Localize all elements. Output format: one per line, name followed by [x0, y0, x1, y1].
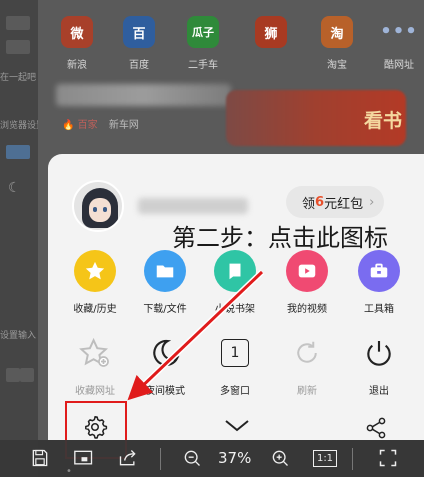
quick-link-baidu[interactable]: 百 百度 [114, 16, 164, 71]
zoom-level: 37% [218, 449, 252, 467]
sidebar-text: 设置输入 [0, 331, 37, 341]
red-packet-suffix: 元红包 [324, 196, 364, 212]
browser-menu-sheet: 领 6 元红包 › 收藏/历史 下载/文件 小说书架 我的视频 工具箱 收藏网址… [48, 154, 424, 440]
menu-row-secondary: 收藏网址 夜间模式 1 多窗口 刷新 退出 [62, 332, 412, 406]
menu-label: 收藏网址 [75, 386, 115, 397]
toolbox-icon [358, 250, 400, 292]
moon-icon [144, 332, 186, 374]
menu-label: 我的视频 [287, 304, 327, 315]
copy-button[interactable] [72, 446, 96, 470]
menu-my-videos[interactable]: 我的视频 [274, 250, 340, 315]
more-dots-icon: ••• [380, 21, 418, 42]
share-out-button[interactable] [116, 446, 140, 470]
quick-link-label: 二手车 [188, 60, 218, 71]
red-packet-prefix: 领 [302, 196, 316, 212]
quick-link-label: 酷网址 [384, 60, 414, 71]
menu-exit[interactable]: 退出 [346, 332, 412, 397]
menu-favorites-history[interactable]: 收藏/历史 [62, 250, 128, 315]
menu-downloads-files[interactable]: 下载/文件 [132, 250, 198, 315]
quick-link-sina[interactable]: 微 新浪 [52, 16, 102, 71]
menu-label: 工具箱 [364, 304, 394, 315]
save-button[interactable] [28, 446, 52, 470]
sidebar-block [20, 368, 34, 382]
menu-row-primary: 收藏/历史 下载/文件 小说书架 我的视频 工具箱 [62, 250, 412, 324]
quick-link-taobao[interactable]: 淘 淘宝 [312, 16, 362, 71]
menu-refresh[interactable]: 刷新 [274, 332, 340, 397]
menu-label: 刷新 [297, 386, 317, 397]
window-count-icon: 1 [214, 332, 256, 374]
quick-link-label: 淘宝 [327, 60, 347, 71]
guazi-icon: 瓜子 [187, 16, 219, 48]
quick-link-lion[interactable]: 狮 [246, 16, 296, 56]
username-blurred [138, 198, 248, 214]
menu-label: 夜间模式 [145, 386, 185, 397]
star-icon [74, 250, 116, 292]
toolbar-separator [352, 448, 353, 470]
zoom-in-icon [272, 450, 288, 466]
promo-label: 看书 [363, 110, 402, 132]
red-packet-amount: 6 [315, 194, 325, 210]
moon-icon: ☾ [8, 180, 21, 196]
news-hot-label: 🔥 百家 [62, 120, 98, 131]
image-viewer-toolbar: • 37% 1:1 [0, 440, 424, 477]
chevron-right-icon: › [369, 194, 375, 210]
actual-size-button[interactable]: 1:1 [312, 446, 338, 470]
avatar-eye [93, 207, 97, 212]
book-icon [214, 250, 256, 292]
news-row[interactable]: 🔥 百家 新车网 [62, 116, 139, 131]
taobao-icon: 淘 [321, 16, 353, 48]
sidebar-text: 浏览器设置 [0, 121, 38, 131]
power-icon [358, 332, 400, 374]
sidebar-block [6, 16, 30, 30]
menu-night-mode[interactable]: 夜间模式 [132, 332, 198, 397]
news-sub-label: 新车网 [108, 120, 139, 131]
menu-multi-window[interactable]: 1 多窗口 [202, 332, 268, 397]
weibo-icon: 微 [61, 16, 93, 48]
save-icon [32, 449, 48, 467]
chevron-down-icon [225, 420, 249, 432]
quick-link-more[interactable]: ••• 酷网址 [374, 16, 424, 71]
lion-icon: 狮 [255, 16, 287, 48]
star-add-icon [74, 332, 116, 374]
background-sidebar: 在一起吧 浏览器设置 ☾ 设置输入 [0, 0, 38, 477]
menu-label: 下载/文件 [143, 304, 187, 315]
picture-in-picture-icon [74, 450, 93, 465]
annotation-text: 第二步：点击此图标 [172, 224, 388, 252]
export-icon [119, 450, 136, 466]
quick-links-row: 微 新浪 百 百度 瓜子 二手车 狮 淘 淘宝 ••• 酷网址 [52, 16, 424, 80]
menu-novel-shelf[interactable]: 小说书架 [202, 250, 268, 315]
blurred-banner [56, 84, 231, 106]
menu-label: 多窗口 [220, 386, 250, 397]
sidebar-block [6, 40, 30, 54]
avatar-eye [103, 207, 107, 212]
actual-size-icon: 1:1 [312, 449, 338, 467]
video-play-icon [286, 250, 328, 292]
zoom-out-button[interactable] [180, 446, 204, 470]
refresh-icon [286, 332, 328, 374]
share-icon [366, 417, 386, 439]
zoom-out-icon [184, 450, 200, 466]
red-packet-button[interactable]: 领 6 元红包 › [286, 186, 385, 218]
menu-label: 收藏/历史 [73, 304, 117, 315]
collapse-menu-button[interactable] [224, 418, 250, 437]
sidebar-block [6, 368, 20, 382]
toolbar-separator [160, 448, 161, 470]
window-count: 1 [221, 339, 249, 367]
zoom-in-button[interactable] [268, 446, 292, 470]
quick-link-label: 百度 [129, 60, 149, 71]
fullscreen-button[interactable] [376, 446, 400, 470]
menu-label: 小说书架 [215, 304, 255, 315]
baidu-paw-icon: 百 [123, 16, 155, 48]
avatar[interactable] [72, 180, 124, 232]
menu-toolbox[interactable]: 工具箱 [346, 250, 412, 315]
folder-icon [144, 250, 186, 292]
fullscreen-icon [379, 449, 397, 467]
menu-label: 退出 [369, 386, 389, 397]
sidebar-text: 在一起吧 [0, 73, 37, 83]
quick-link-label: 新浪 [67, 60, 87, 71]
quick-link-guazi[interactable]: 瓜子 二手车 [178, 16, 228, 71]
menu-bookmark-site[interactable]: 收藏网址 [62, 332, 128, 397]
sidebar-block [6, 145, 30, 159]
